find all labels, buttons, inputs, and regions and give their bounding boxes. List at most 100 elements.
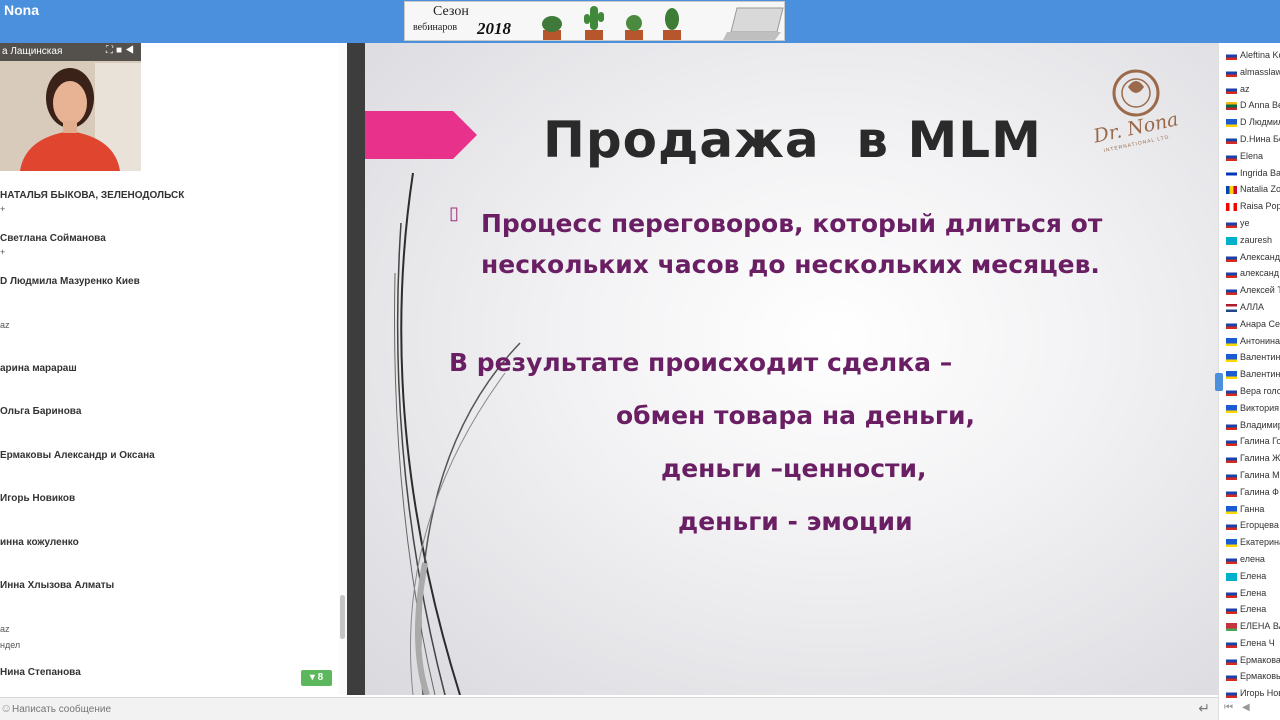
participant-row[interactable]: Aleftina Ko [1219,48,1280,65]
participant-row[interactable]: елена [1219,552,1280,569]
fullscreen-icon[interactable]: ⛶ [106,45,116,56]
participant-name: Елена Ч [1240,637,1275,648]
new-messages-badge[interactable]: ▾ 8 [301,670,332,686]
participant-row[interactable]: александ [1219,266,1280,283]
participant-name: Владимир [1240,419,1280,430]
chevron-down-icon: ▾ [309,672,315,683]
presenter-video[interactable]: а Лащинская ⛶■◀ [0,43,141,171]
participant-row[interactable]: АЛЛА [1219,300,1280,317]
participant-row[interactable]: az [1219,82,1280,99]
participant-name: Антонина [1240,335,1280,346]
participant-row[interactable]: Елена [1219,569,1280,586]
chat-author: D Людмила Мазуренко Киев [0,276,140,287]
chat-author: арина марараш [0,363,77,374]
flag-icon [1226,119,1237,128]
participant-row[interactable]: D Anna Be [1219,98,1280,115]
slide-line-2: обмен товара на деньги, [616,401,975,430]
participant-name: Елена [1240,570,1267,581]
participant-row[interactable]: Галина Го [1219,434,1280,451]
chat-scrollbar-thumb[interactable] [340,595,345,639]
participant-name: ЕЛЕНА ВА [1240,621,1280,632]
flag-icon [1226,387,1237,396]
participant-row[interactable]: Антонина [1219,334,1280,351]
presenter-video-image [0,43,141,171]
flag-icon [1226,656,1237,665]
flag-icon [1226,455,1237,464]
participant-row[interactable]: Алексей Т [1219,283,1280,300]
flag-icon [1226,68,1237,77]
pink-arrow-shape [365,111,477,159]
participant-row[interactable]: Галина М [1219,468,1280,485]
participant-name: Алексей Т [1240,285,1280,296]
participant-row[interactable]: zauresh [1219,233,1280,250]
flag-icon [1226,471,1237,480]
flag-icon [1226,438,1237,447]
speaker-icon[interactable]: ◀ [125,45,137,56]
flag-icon [1226,505,1237,514]
participant-row[interactable]: D.Нина Бе [1219,132,1280,149]
chat-author: Светлана Сойманова [0,233,106,244]
participant-row[interactable]: Ingrida Ba [1219,166,1280,183]
left-panel: а Лащинская ⛶■◀ НАТАЛЬЯ БЫКОВА, ЗЕЛЕНОДО… [0,43,347,695]
participant-row[interactable]: Галина Ф [1219,485,1280,502]
participant-row[interactable]: D Людмил [1219,115,1280,132]
bullet-text: Процесс переговоров, который длиться от … [481,203,1102,285]
chat-message: az [0,319,335,359]
participant-name: az [1240,83,1250,94]
participant-row[interactable]: Владимир [1219,418,1280,435]
participant-name: Aleftina Ko [1240,50,1280,60]
presentation-slide: Продажа в MLM ▯ Процесс переговоров, кот… [365,43,1218,695]
participant-row[interactable]: ЕЛЕНА ВА [1219,619,1280,636]
participant-row[interactable]: Анара Сер [1219,317,1280,334]
participant-row[interactable]: Виктория [1219,401,1280,418]
participant-row[interactable]: Ганна [1219,502,1280,519]
flag-icon [1226,623,1237,632]
participant-row[interactable]: Вера голо [1219,384,1280,401]
send-icon[interactable]: ↵ [1198,700,1210,717]
slide-frame: Продажа в MLM ▯ Процесс переговоров, кот… [347,43,1218,695]
participant-row[interactable]: Егорцева [1219,518,1280,535]
chat-author: НАТАЛЬЯ БЫКОВА, ЗЕЛЕНОДОЛЬСК [0,190,185,201]
participant-row[interactable]: Елена Ч [1219,636,1280,653]
participant-row[interactable]: Ермакова [1219,653,1280,670]
chat-text: + [0,247,6,257]
chat-message: инна кожуленко [0,537,335,577]
participant-row[interactable]: Галина Ж [1219,451,1280,468]
participant-row[interactable]: Валентин [1219,367,1280,384]
participant-name: александ [1240,268,1280,279]
participant-row[interactable]: Елена [1219,586,1280,603]
participant-row[interactable]: Ермаковы [1219,669,1280,686]
banner-season-text: Сезон [433,4,469,19]
participant-row[interactable]: Екатерина [1219,535,1280,552]
participants-pagination: ⏮ ◀ [1218,698,1280,720]
emoji-icon[interactable]: ☺ [0,701,12,715]
panel-collapse-toggle[interactable] [1215,373,1223,391]
participant-row[interactable]: Natalia Zo [1219,182,1280,199]
chat-message: НАТАЛЬЯ БЫКОВА, ЗЕЛЕНОДОЛЬСК + [0,190,335,230]
participant-row[interactable]: Elena [1219,149,1280,166]
flag-icon [1226,488,1237,497]
flag-icon [1226,52,1237,60]
participant-name: Ермаковы [1240,671,1280,682]
participant-row[interactable]: Raisa Popo [1219,199,1280,216]
participant-row[interactable]: ye [1219,216,1280,233]
chat-author: Игорь Новиков [0,493,76,504]
flag-icon [1226,152,1237,161]
participant-row[interactable]: Александ [1219,250,1280,267]
participant-row[interactable]: Валентин [1219,350,1280,367]
chat-message: арина марараш [0,363,335,403]
participants-panel: Aleftina Ko almasslaw az D Anna Be D Людмил D… [1218,43,1280,720]
prev-page-icon[interactable]: ◀ [1242,702,1250,713]
camera-icon[interactable]: ■ [116,45,125,56]
participant-row[interactable]: Елена [1219,602,1280,619]
bullet-icon: ▯ [449,203,459,223]
promo-banner[interactable]: Сезон вебинаров 2018 [404,1,785,41]
flag-icon [1226,522,1237,531]
participant-name: almasslaw [1240,66,1280,77]
flag-icon [1226,186,1237,195]
participant-row[interactable]: almasslaw [1219,65,1280,82]
first-page-icon[interactable]: ⏮ [1224,702,1233,713]
chat-message-input[interactable] [12,701,1192,717]
flag-icon [1226,337,1237,346]
flag-icon [1226,219,1237,228]
